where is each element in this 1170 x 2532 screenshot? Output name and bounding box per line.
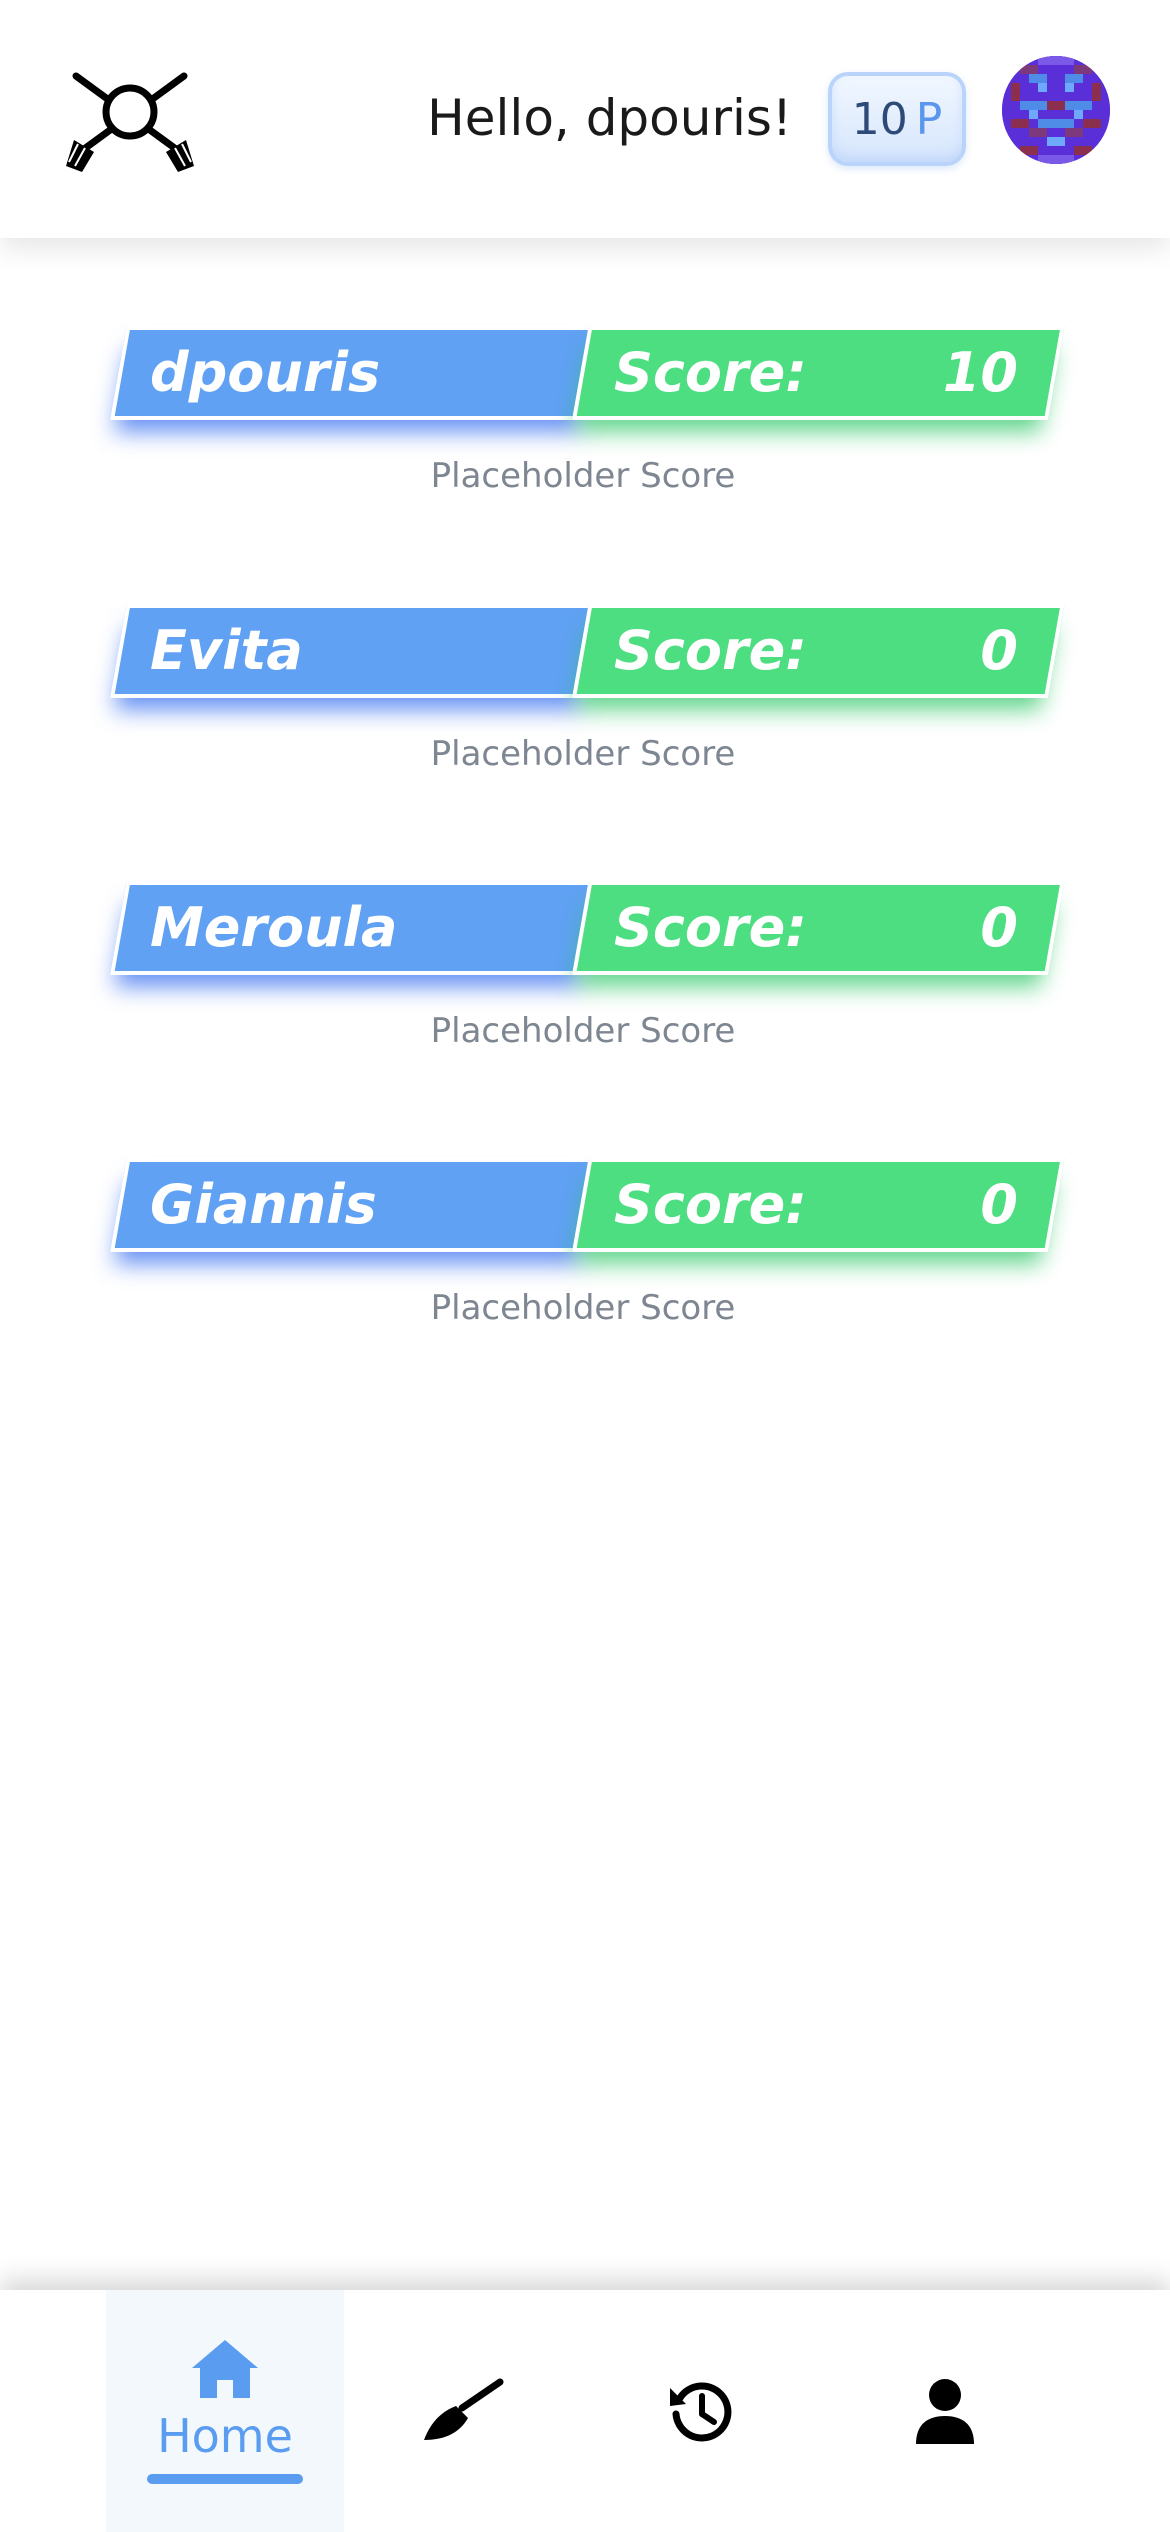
score-card[interactable]: dpouris Score: 10 Placeholder Score	[110, 320, 1065, 520]
history-icon	[670, 2382, 732, 2442]
points-value: 10	[851, 93, 908, 145]
avatar[interactable]	[1002, 56, 1110, 164]
score-value: 10	[942, 341, 1018, 404]
player-name: Giannis	[150, 1173, 377, 1236]
score-label: Score:	[614, 619, 807, 682]
active-tab-indicator	[147, 2474, 303, 2484]
crossed-brooms-icon[interactable]	[60, 66, 200, 176]
points-unit: P	[915, 93, 943, 145]
score-value: 0	[980, 896, 1018, 959]
score-label: Score:	[614, 896, 807, 959]
broom-icon	[424, 2378, 504, 2440]
pixel-avatar-image	[1002, 56, 1110, 164]
bottom-navigation: Home	[0, 2290, 1170, 2532]
score-card[interactable]: Meroula Score: 0 Placeholder Score	[110, 875, 1065, 1075]
score-caption: Placeholder Score	[430, 1288, 736, 1328]
score-card[interactable]: Evita Score: 0 Placeholder Score	[110, 598, 1065, 798]
home-icon	[192, 2340, 258, 2398]
nav-home[interactable]: Home	[106, 2290, 344, 2532]
player-name: Meroula	[150, 896, 398, 959]
score-label: Score:	[614, 341, 807, 404]
score-value: 0	[980, 619, 1018, 682]
score-label: Score:	[614, 1173, 807, 1236]
user-icon	[916, 2379, 974, 2444]
score-value: 0	[980, 1173, 1018, 1236]
score-caption: Placeholder Score	[430, 1011, 736, 1051]
score-card[interactable]: Giannis Score: 0 Placeholder Score	[110, 1152, 1065, 1352]
player-name: dpouris	[150, 341, 381, 404]
nav-profile[interactable]	[826, 2290, 1064, 2532]
score-caption: Placeholder Score	[430, 456, 736, 496]
score-caption: Placeholder Score	[430, 734, 736, 774]
nav-history[interactable]	[582, 2290, 820, 2532]
nav-broom[interactable]	[344, 2290, 582, 2532]
points-badge[interactable]: 10 P	[828, 72, 966, 166]
greeting-text: Hello, dpouris!	[427, 89, 792, 147]
player-name: Evita	[150, 619, 303, 682]
nav-home-label: Home	[157, 2409, 293, 2463]
app-header: Hello, dpouris! 10 P	[0, 0, 1170, 238]
